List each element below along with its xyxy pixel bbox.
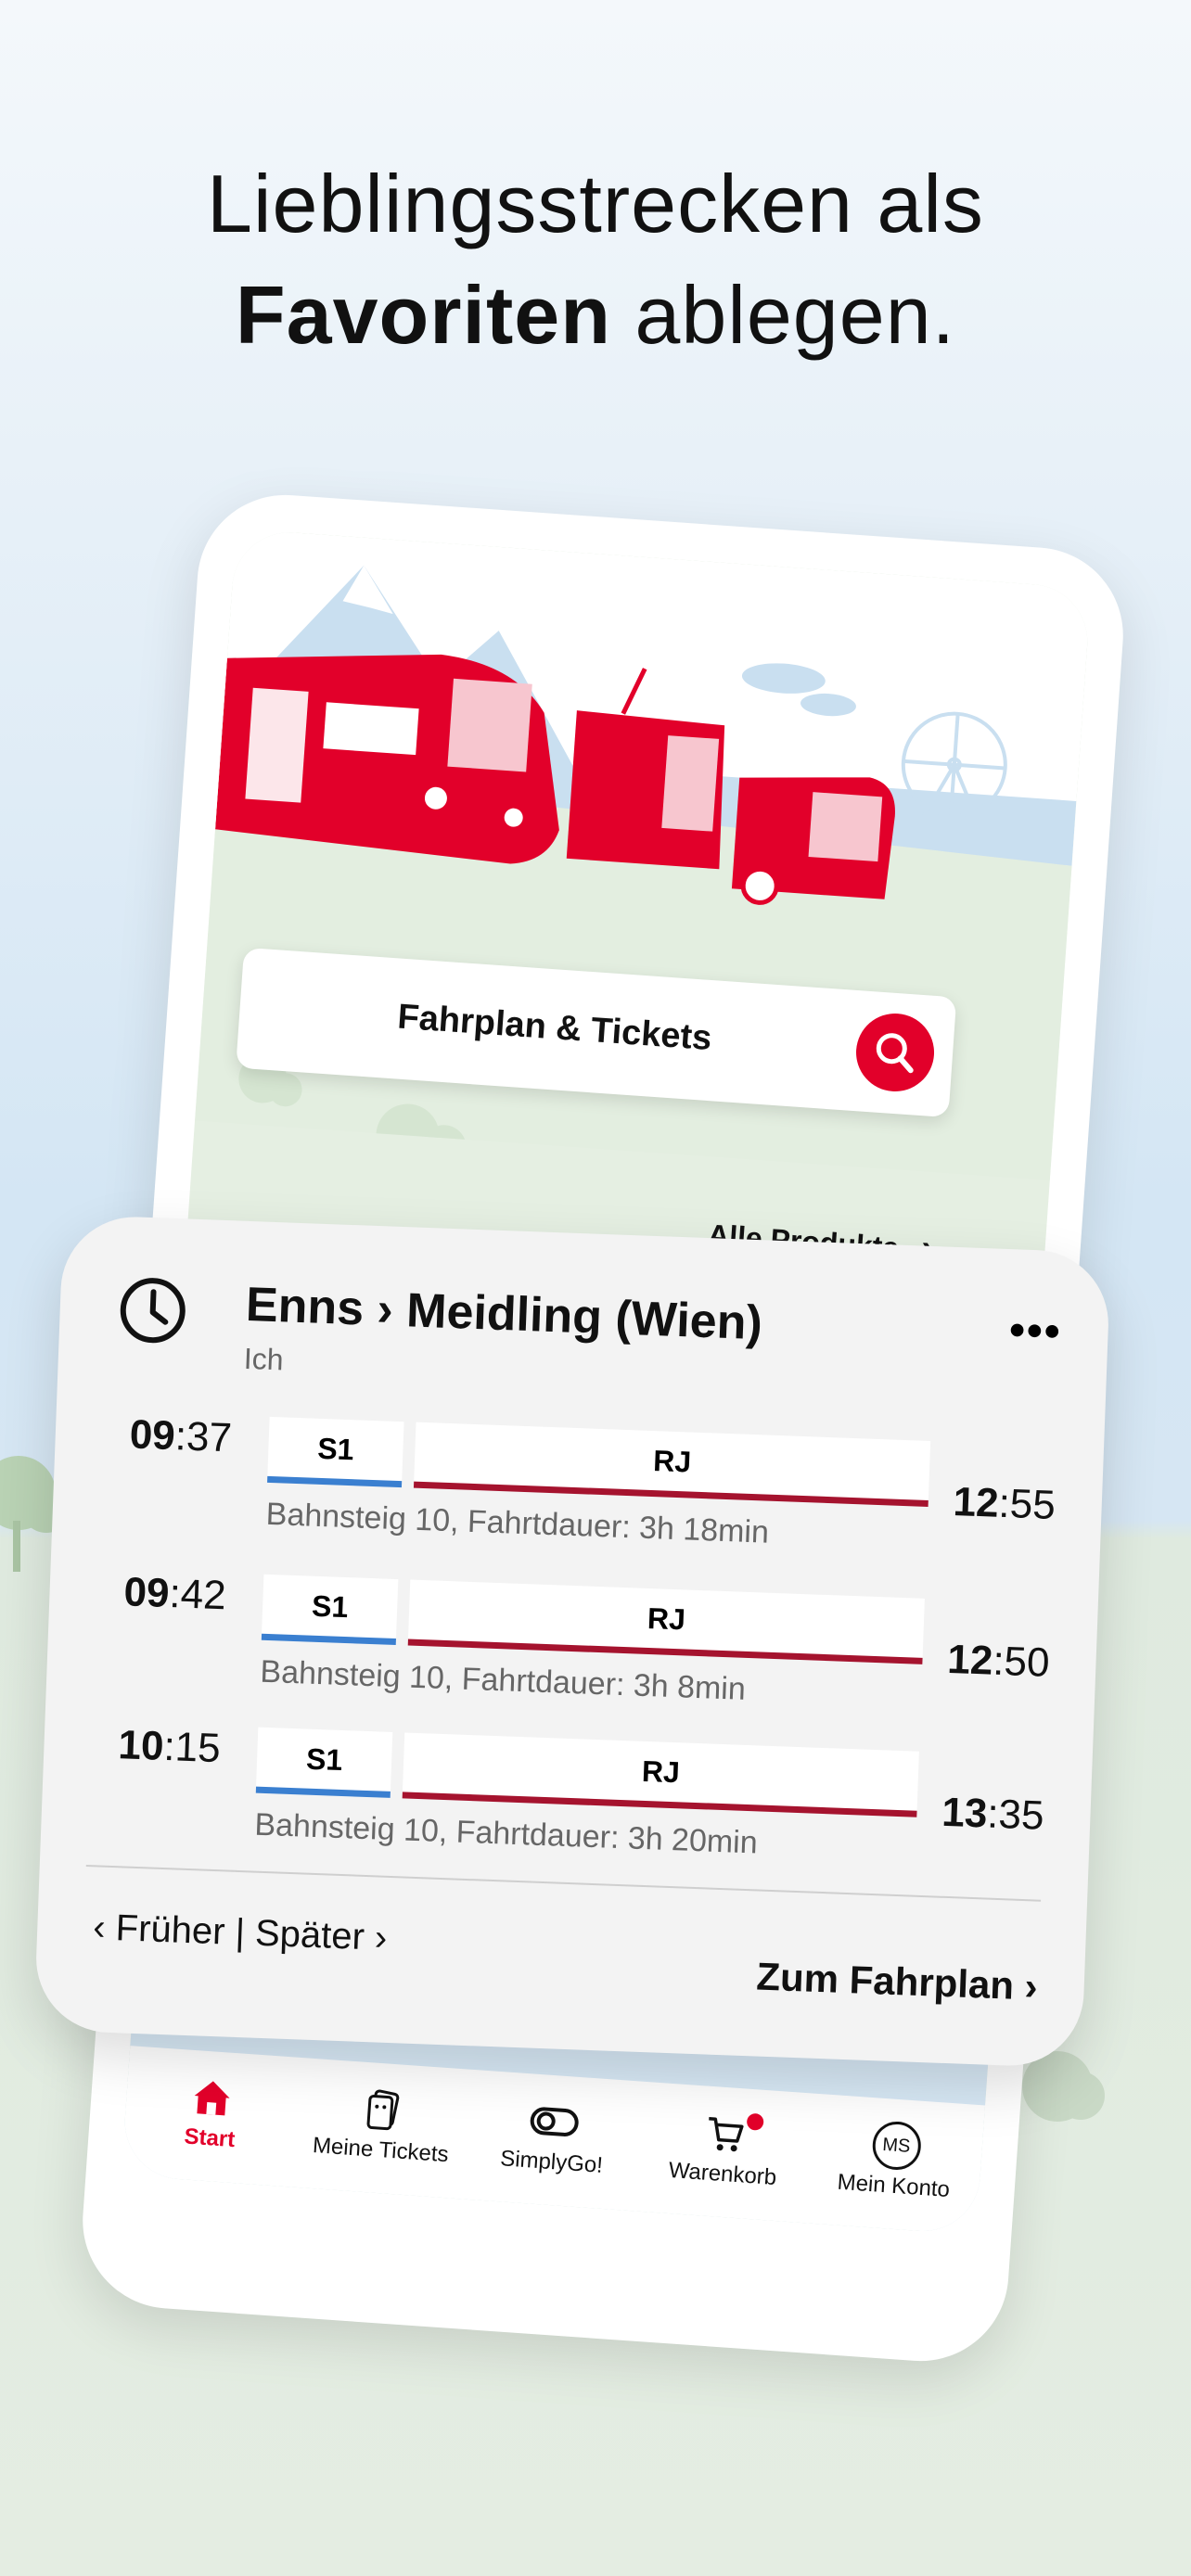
departure-time: 09:37 bbox=[129, 1411, 233, 1461]
segment-rj: RJ bbox=[402, 1732, 919, 1817]
departure-hour: 10 bbox=[117, 1722, 165, 1769]
connection-info: Bahnsteig 10, Fahrtdauer: 3h 20min bbox=[253, 1806, 759, 1861]
search-button[interactable] bbox=[853, 1011, 937, 1094]
arrival-time: 12:50 bbox=[947, 1637, 1051, 1687]
segment-s1: S1 bbox=[267, 1416, 404, 1488]
arrival-minutes: :50 bbox=[992, 1638, 1051, 1686]
tab-simplygo[interactable]: SimplyGo! bbox=[467, 2070, 641, 2181]
arrival-time: 12:55 bbox=[953, 1479, 1057, 1529]
segment-rj: RJ bbox=[407, 1579, 925, 1664]
clock-icon bbox=[120, 1278, 186, 1344]
tickets-icon bbox=[366, 2089, 400, 2131]
timetable-link[interactable]: Zum Fahrplan › bbox=[756, 1955, 1039, 2009]
segment-rj: RJ bbox=[413, 1422, 931, 1507]
route-owner: Ich bbox=[243, 1341, 285, 1377]
later-button[interactable]: Später › bbox=[254, 1913, 388, 1958]
arrival-hour: 13 bbox=[941, 1789, 989, 1837]
departure-minutes: :37 bbox=[173, 1413, 233, 1461]
departure-minutes: :15 bbox=[162, 1723, 222, 1772]
arrival-minutes: :55 bbox=[997, 1480, 1057, 1528]
segment-s1: S1 bbox=[261, 1574, 399, 1646]
departure-minutes: :42 bbox=[168, 1571, 227, 1619]
departure-time: 09:42 bbox=[123, 1569, 227, 1619]
tab-mein-konto[interactable]: MS Mein Konto bbox=[810, 2094, 983, 2205]
more-options-icon[interactable]: ••• bbox=[1008, 1305, 1062, 1358]
route-title: Enns › Meidling (Wien) bbox=[245, 1277, 763, 1351]
headline-rest: ablegen. bbox=[610, 269, 956, 361]
headline-line-2: Favoriten ablegen. bbox=[0, 260, 1191, 371]
home-icon bbox=[195, 2081, 230, 2116]
headline: Lieblingsstrecken als Favoriten ablegen. bbox=[0, 148, 1191, 371]
nav-separator: | bbox=[224, 1911, 256, 1954]
search-label: Fahrplan & Tickets bbox=[396, 997, 713, 1059]
tab-start[interactable]: Start bbox=[125, 2046, 299, 2157]
account-icon: MS bbox=[870, 2120, 923, 2172]
tab-meine-tickets[interactable]: Meine Tickets bbox=[296, 2058, 469, 2169]
search-icon bbox=[876, 1033, 914, 1074]
arrival-hour: 12 bbox=[946, 1636, 994, 1684]
earlier-button[interactable]: ‹ Früher bbox=[93, 1906, 226, 1952]
segment-s1: S1 bbox=[255, 1727, 393, 1798]
arrival-time: 13:35 bbox=[941, 1790, 1044, 1840]
toggle-icon bbox=[530, 2107, 579, 2136]
departure-hour: 09 bbox=[128, 1411, 176, 1460]
connection-row[interactable]: 09:37 S1 RJ Bahnsteig 10, Fahrtdauer: 3h… bbox=[51, 1399, 1104, 1586]
headline-line-1: Lieblingsstrecken als bbox=[207, 158, 984, 249]
earlier-later-nav: ‹ Früher | Später › bbox=[93, 1906, 389, 1959]
headline-bold: Favoriten bbox=[235, 269, 611, 361]
tab-warenkorb[interactable]: Warenkorb bbox=[638, 2082, 812, 2193]
connection-info: Bahnsteig 10, Fahrtdauer: 3h 18min bbox=[265, 1496, 770, 1550]
departure-time: 10:15 bbox=[118, 1722, 222, 1772]
cart-icon bbox=[708, 2117, 744, 2152]
departure-hour: 09 bbox=[122, 1569, 171, 1617]
connection-info: Bahnsteig 10, Fahrtdauer: 3h 8min bbox=[259, 1653, 747, 1707]
arrival-minutes: :35 bbox=[986, 1791, 1045, 1839]
bus-illustration bbox=[731, 777, 895, 905]
favorite-route-card[interactable]: Enns › Meidling (Wien) Ich ••• 09:37 S1 … bbox=[33, 1214, 1111, 2069]
arrival-hour: 12 bbox=[952, 1478, 1000, 1526]
